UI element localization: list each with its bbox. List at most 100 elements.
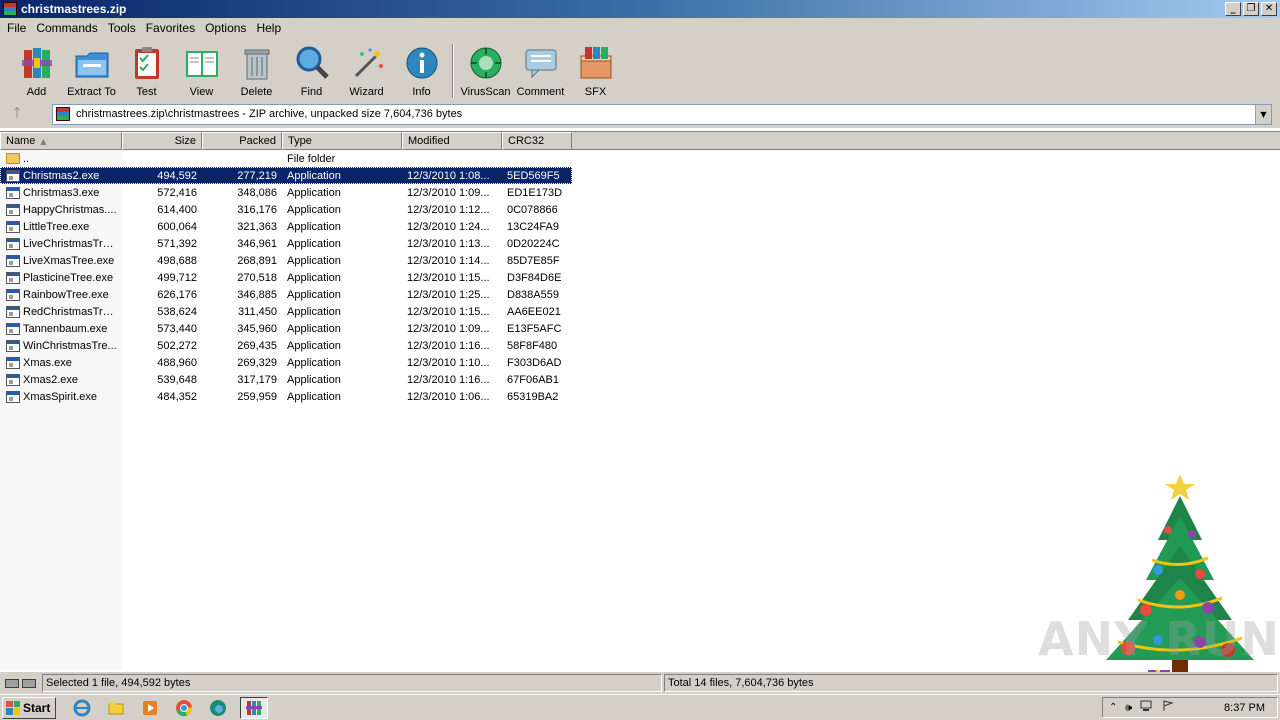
parent-folder-row[interactable]: .. File folder (0, 150, 572, 167)
taskbar-chrome[interactable] (172, 697, 196, 719)
view-button[interactable]: View (174, 44, 229, 98)
taskbar-file-explorer[interactable] (104, 697, 128, 719)
file-name: Tannenbaum.exe (23, 322, 108, 335)
title-bar: christmastrees.zip _ ❐ ✕ (0, 0, 1280, 18)
file-row[interactable]: Tannenbaum.exe 573,440 345,960 Application 1… (0, 320, 572, 337)
menu-favorites[interactable]: Favorites (141, 21, 200, 35)
file-row[interactable]: LiveChristmasTre... 571,392 346,961 Applica… (0, 235, 572, 252)
file-packed-size: 348,086 (237, 186, 277, 199)
file-modified: 12/3/2010 1:16... (407, 373, 490, 386)
menu-bar: File Commands Tools Favorites Options He… (0, 18, 1280, 38)
address-bar[interactable]: christmastrees.zip\christmastrees - ZIP … (52, 103, 1272, 125)
column-header-type[interactable]: Type (282, 132, 402, 150)
start-button[interactable]: Start (2, 696, 56, 719)
file-row[interactable]: Christmas3.exe 572,416 348,086 Application 1… (0, 184, 572, 201)
action-center-flag-icon[interactable] (1162, 700, 1175, 715)
file-type: Application (287, 237, 341, 250)
file-packed-size: 346,885 (237, 288, 277, 301)
column-header-modified[interactable]: Modified (402, 132, 502, 150)
sfx-button[interactable]: SFX (568, 44, 623, 98)
delete-label: Delete (240, 86, 273, 98)
view-book-icon (185, 51, 218, 77)
winrar-app-icon[interactable] (3, 2, 17, 16)
taskbar-winrar[interactable] (240, 696, 268, 719)
file-row[interactable]: LittleTree.exe 600,064 321,363 Application 1… (0, 218, 572, 235)
file-row[interactable]: Christmas2.exe 494,592 277,219 Application 1… (0, 167, 572, 184)
file-name: LittleTree.exe (23, 220, 90, 233)
address-dropdown-button[interactable]: ▼ (1255, 104, 1271, 124)
file-crc32: D838A559 (507, 288, 559, 301)
file-crc32: 0C078866 (507, 203, 558, 216)
file-packed-size: 345,960 (237, 322, 277, 335)
minimize-button[interactable]: _ (1225, 2, 1241, 16)
address-row: 🡑 christmastrees.zip\christmastrees - ZI… (0, 100, 1280, 128)
column-header-crc32[interactable]: CRC32 (502, 132, 572, 150)
internet-explorer-icon (73, 699, 91, 716)
taskbar-internet-explorer[interactable] (70, 697, 94, 719)
wizard-button[interactable]: Wizard (339, 44, 394, 98)
application-file-icon (6, 237, 20, 250)
file-row[interactable]: RedChristmasTre... 538,624 311,450 Applicat… (0, 303, 572, 320)
network-icon[interactable] (1140, 700, 1154, 715)
up-one-level-button[interactable]: 🡑 (0, 103, 34, 125)
application-file-icon (6, 271, 20, 284)
file-row[interactable]: LiveXmasTree.exe 498,688 268,891 Applicatio… (0, 252, 572, 269)
file-row[interactable]: WinChristmasTre... 502,272 269,435 Applicat… (0, 337, 572, 354)
file-type: Application (287, 220, 341, 233)
status-total: Total 14 files, 7,604,736 bytes (664, 674, 1278, 692)
file-name: RainbowTree.exe (23, 288, 109, 301)
taskbar-edge[interactable] (206, 697, 230, 719)
add-archive-icon (21, 48, 52, 78)
extract-to-button[interactable]: Extract To (64, 44, 119, 98)
application-file-icon (6, 356, 20, 369)
clock[interactable]: 8:37 PM (1224, 702, 1265, 714)
taskbar-media-player[interactable] (138, 697, 162, 719)
file-type: Application (287, 305, 341, 318)
menu-commands[interactable]: Commands (31, 21, 102, 35)
file-row[interactable]: PlasticineTree.exe 499,712 270,518 Applicat… (0, 269, 572, 286)
menu-tools[interactable]: Tools (103, 21, 141, 35)
volume-icon[interactable]: 🕪 (1125, 701, 1132, 715)
virusscan-button[interactable]: VirusScan (458, 44, 513, 98)
virus-scan-icon (470, 47, 501, 79)
test-button[interactable]: Test (119, 44, 174, 98)
file-type: File folder (287, 152, 336, 165)
file-row[interactable]: Xmas2.exe 539,648 317,179 Application 12/3/2… (0, 371, 572, 388)
comment-button[interactable]: Comment (513, 44, 568, 98)
file-crc32: ED1E173D (507, 186, 563, 199)
find-button[interactable]: Find (284, 44, 339, 98)
delete-button[interactable]: Delete (229, 44, 284, 98)
file-row[interactable]: XmasSpirit.exe 484,352 259,959 Application 1… (0, 388, 572, 405)
column-header-name[interactable]: Name ▲ (0, 132, 122, 150)
file-row[interactable]: RainbowTree.exe 626,176 346,885 Application… (0, 286, 572, 303)
close-button[interactable]: ✕ (1261, 2, 1277, 16)
application-file-icon (6, 203, 20, 216)
column-header-packed[interactable]: Packed (202, 132, 282, 150)
info-button[interactable]: Info (394, 44, 449, 98)
drive-icon[interactable] (5, 678, 19, 688)
file-row[interactable]: Xmas.exe 488,960 269,329 Application 12/3/20… (0, 354, 572, 371)
file-type: Application (287, 254, 341, 267)
file-row[interactable]: HappyChristmas.... 614,400 316,176 Applicat… (0, 201, 572, 218)
menu-file[interactable]: File (2, 21, 31, 35)
sort-ascending-icon: ▲ (40, 137, 47, 146)
file-packed-size: 268,891 (237, 254, 277, 267)
windows-logo-icon (6, 700, 20, 715)
column-header-size[interactable]: Size (122, 132, 202, 150)
file-crc32: 65319BA2 (507, 390, 559, 403)
application-file-icon (6, 288, 20, 301)
show-hidden-icons[interactable]: ⌃ (1109, 702, 1117, 713)
menu-help[interactable]: Help (251, 21, 286, 35)
magic-wand-icon (354, 48, 383, 78)
menu-options[interactable]: Options (200, 21, 251, 35)
file-type: Application (287, 169, 341, 182)
restore-button[interactable]: ❐ (1243, 2, 1259, 16)
file-modified: 12/3/2010 1:09... (407, 186, 490, 199)
sfx-box-icon (580, 47, 611, 79)
file-packed-size: 269,435 (237, 339, 277, 352)
file-packed-size: 311,450 (238, 305, 277, 318)
file-crc32: 58F8F480 (507, 339, 558, 352)
key-icon[interactable] (22, 678, 36, 688)
add-button[interactable]: Add (9, 44, 64, 98)
file-size: 484,352 (157, 390, 197, 403)
